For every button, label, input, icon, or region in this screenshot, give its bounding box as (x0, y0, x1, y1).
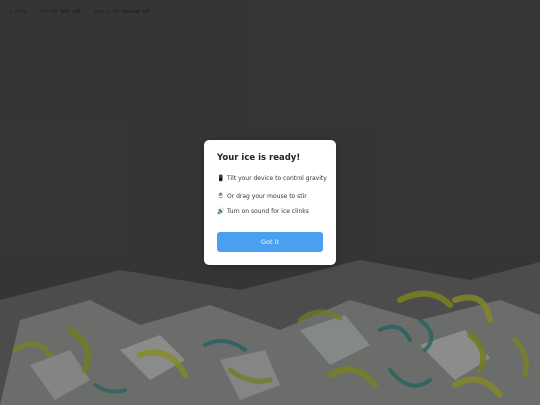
mouse-icon: 🖱 (218, 192, 223, 199)
speaker-icon: 🔊 (217, 208, 225, 215)
tip-drag-text: Or drag your mouse to stir (227, 192, 307, 200)
phone-icon: 📱 (217, 175, 225, 182)
tip-tilt-text: Tilt your device to control gravity (227, 175, 327, 182)
tip-drag: 🖱 Or drag your mouse to stir (217, 192, 307, 200)
tip-tilt: 📱 Tilt your device to control gravity (217, 175, 327, 182)
ready-dialog: Your ice is ready! 📱 Tilt your device to… (204, 140, 336, 265)
tip-sound-text: Turn on sound for ice clinks (227, 208, 309, 215)
dialog-title: Your ice is ready! (217, 153, 301, 163)
tip-sound: 🔊 Turn on sound for ice clinks (217, 208, 309, 215)
got-it-button[interactable]: Got it (217, 232, 323, 252)
